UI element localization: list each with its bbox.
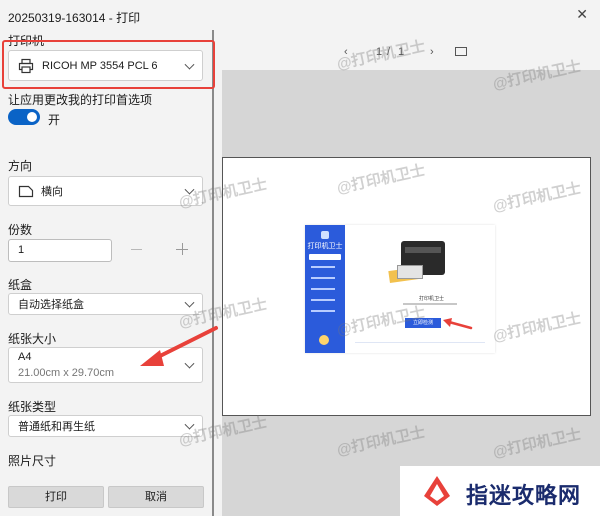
paper-type-label: 纸张类型 xyxy=(8,400,57,414)
site-logo: 指迷攻略网 xyxy=(400,466,600,516)
toggle-knob xyxy=(27,112,37,122)
next-page-icon[interactable]: › xyxy=(430,46,434,58)
photo-size-label: 照片尺寸 xyxy=(8,454,57,468)
print-button[interactable]: 打印 xyxy=(8,486,104,508)
copies-value: 1 xyxy=(18,244,25,256)
page-total: 1 xyxy=(398,46,405,58)
app-menu-item xyxy=(309,254,341,260)
app-menu-item xyxy=(311,310,335,312)
copies-label: 份数 xyxy=(8,223,33,237)
copies-input[interactable]: 1 xyxy=(8,239,112,262)
scrollbar[interactable] xyxy=(212,30,214,516)
app-menu-item xyxy=(311,288,335,290)
logo-icon xyxy=(424,476,450,506)
page-orientation-icon xyxy=(18,183,34,202)
paper-type-value: 普通纸和再生纸 xyxy=(18,421,95,433)
close-icon[interactable]: ✕ xyxy=(576,6,588,23)
preview-page: 打印机卫士 打印机卫士 立即检测 xyxy=(222,157,591,416)
cancel-button[interactable]: 取消 xyxy=(108,486,204,508)
tray-dropdown[interactable]: 自动选择纸盒 xyxy=(8,293,203,315)
decrement-icon[interactable] xyxy=(131,249,142,250)
arrow-annotation xyxy=(140,326,218,366)
app-avatar xyxy=(319,335,329,345)
fit-page-icon[interactable] xyxy=(455,47,467,56)
app-progress-line xyxy=(355,342,485,343)
page-separator: / xyxy=(387,46,391,58)
app-center-title: 打印机卫士 xyxy=(419,296,445,302)
paper-size-dimensions: 21.00cm x 29.70cm xyxy=(18,367,114,379)
app-menu-item xyxy=(311,299,335,301)
printer-illustration xyxy=(388,241,451,284)
tray-label: 纸盒 xyxy=(8,278,33,292)
orientation-value: 横向 xyxy=(41,186,63,198)
toggle-state: 开 xyxy=(48,113,61,127)
logo-text: 指迷攻略网 xyxy=(466,483,582,509)
tray-value: 自动选择纸盒 xyxy=(18,299,84,311)
paper-size-label: 纸张大小 xyxy=(8,332,57,346)
app-menu-item xyxy=(311,266,335,268)
app-subtext-line xyxy=(403,303,457,305)
app-cta-button: 立即检测 xyxy=(405,318,441,328)
chevron-down-icon xyxy=(184,297,195,308)
title-bar: 20250319-163014 - 打印 ✕ xyxy=(0,0,600,30)
preferences-toggle[interactable] xyxy=(8,109,40,125)
preferences-label: 让应用更改我的打印首选项 xyxy=(8,93,153,107)
app-logo-icon xyxy=(321,231,329,239)
prev-page-icon[interactable]: ‹ xyxy=(344,46,348,58)
highlight-box xyxy=(2,40,215,89)
orientation-dropdown[interactable]: 横向 xyxy=(8,176,203,206)
app-menu-item xyxy=(311,277,335,279)
app-sidebar: 打印机卫士 xyxy=(305,225,345,353)
window-title: 20250319-163014 - 打印 xyxy=(8,11,141,25)
paper-type-dropdown[interactable]: 普通纸和再生纸 xyxy=(8,415,203,437)
preview-arrow-annotation xyxy=(443,318,473,330)
app-title: 打印机卫士 xyxy=(307,243,343,250)
paper-size-value: A4 xyxy=(18,351,32,363)
orientation-label: 方向 xyxy=(8,159,33,173)
chevron-down-icon xyxy=(184,184,195,195)
chevron-down-icon xyxy=(184,419,195,430)
page-current: 1 xyxy=(376,46,383,58)
